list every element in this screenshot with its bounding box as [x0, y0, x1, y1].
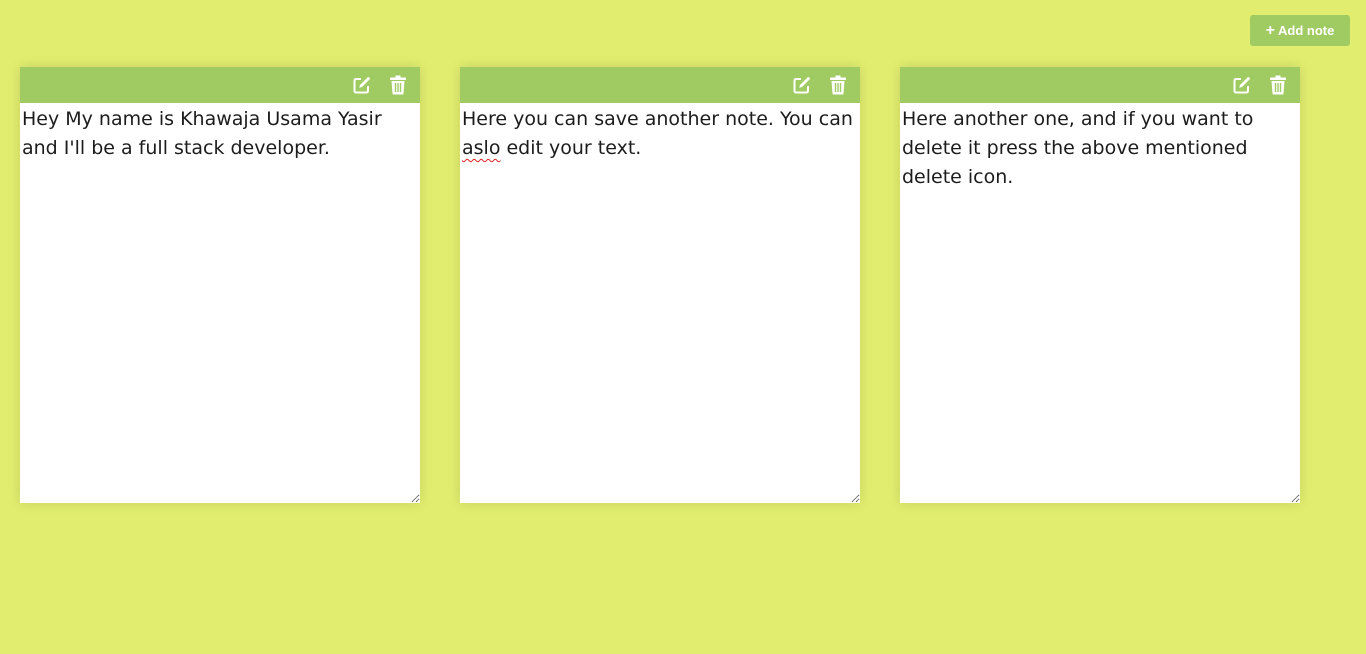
misspelled-word: aslo [462, 137, 501, 159]
edit-icon[interactable] [1232, 75, 1252, 95]
note-header [900, 67, 1300, 103]
notes-app: { "colors": { "background": "#e1ed6e", "… [0, 0, 1366, 654]
plus-icon: + [1265, 21, 1275, 39]
add-note-button[interactable]: + Add note [1250, 15, 1350, 46]
note-textarea[interactable]: Here you can save another note. You can … [460, 103, 860, 503]
note-card: Here you can save another note. You can … [460, 67, 860, 503]
trash-icon[interactable] [388, 75, 408, 95]
note-textarea[interactable]: Hey My name is Khawaja Usama Yasir and I… [20, 103, 420, 503]
edit-icon[interactable] [792, 75, 812, 95]
edit-icon[interactable] [352, 75, 372, 95]
trash-icon[interactable] [1268, 75, 1288, 95]
note-text-part: edit your text. [500, 137, 642, 159]
note-text-part: Here you can save another note. You can [462, 108, 853, 130]
note-header [460, 67, 860, 103]
note-card: Here another one, and if you want to del… [900, 67, 1300, 503]
note-card: Hey My name is Khawaja Usama Yasir and I… [20, 67, 420, 503]
trash-icon[interactable] [828, 75, 848, 95]
note-header [20, 67, 420, 103]
add-note-label: Add note [1278, 23, 1335, 38]
note-textarea[interactable]: Here another one, and if you want to del… [900, 103, 1300, 503]
